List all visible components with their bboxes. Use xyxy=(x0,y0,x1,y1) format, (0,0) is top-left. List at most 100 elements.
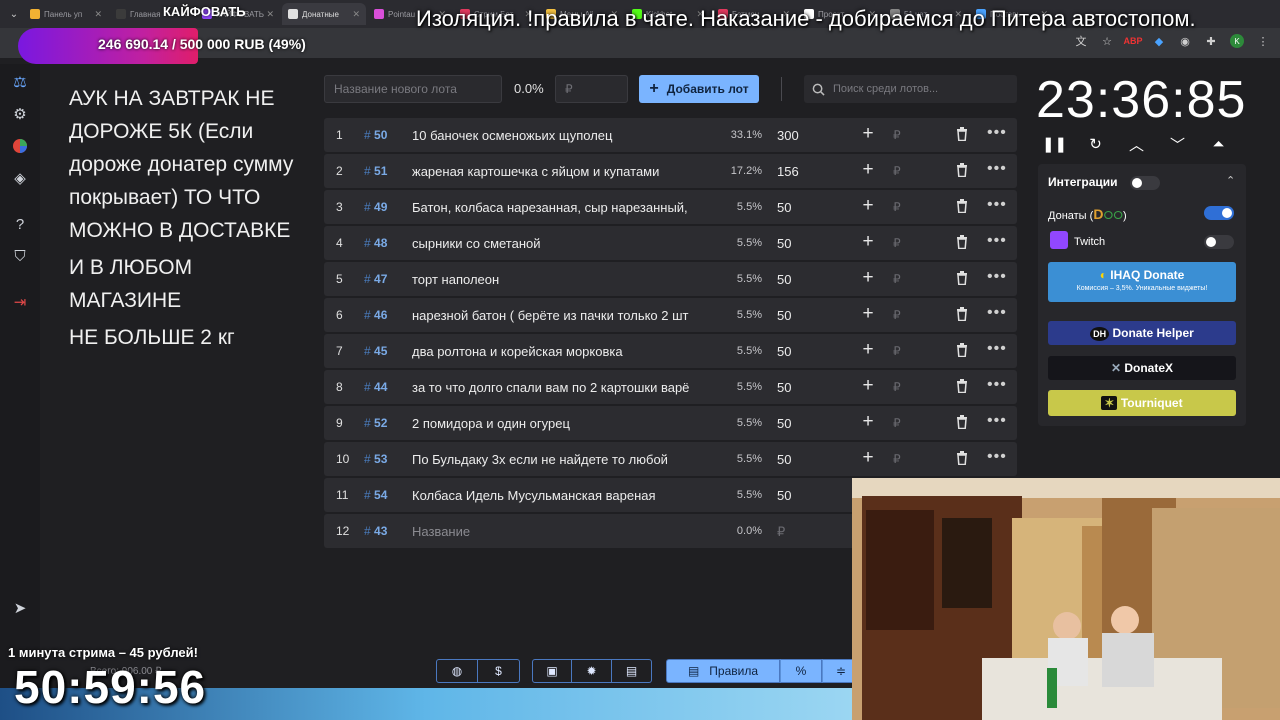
delete-trash-icon[interactable] xyxy=(956,379,970,395)
tab-close-icon[interactable]: ✕ xyxy=(94,9,102,20)
donatex-button[interactable]: ✕ DonateX xyxy=(1048,356,1236,380)
lot-name-input[interactable]: 2 помидора и один огурец xyxy=(412,416,717,431)
more-dots-icon[interactable]: ••• xyxy=(987,448,1007,466)
profile-avatar-icon[interactable]: K xyxy=(1230,34,1244,48)
lot-row[interactable]: 2 # 51 жареная картошечка с яйцом и купата… xyxy=(324,154,1017,188)
more-dots-icon[interactable]: ••• xyxy=(987,196,1007,214)
extension-icon[interactable]: ◆ xyxy=(1152,34,1166,48)
twitch-toggle[interactable] xyxy=(1204,235,1234,249)
lot-row[interactable]: 8 # 44 за то что долго спали вам по 2 карт… xyxy=(324,370,1017,404)
more-dots-icon[interactable]: ••• xyxy=(987,268,1007,286)
ruble-input-icon[interactable]: ₽ xyxy=(893,380,901,394)
lot-name-input[interactable]: жареная картошечка с яйцом и купатами xyxy=(412,164,717,179)
lot-name-input[interactable]: нарезной батон ( берёте из пачки только … xyxy=(412,308,717,323)
collapse-chevron-icon[interactable]: ⌃ xyxy=(1226,174,1235,187)
wheel-pie-icon[interactable] xyxy=(10,136,30,156)
lot-row[interactable]: 5 # 47 торт наполеон 5.5% 50 + ₽ ••• xyxy=(324,262,1017,296)
ruble-input-icon[interactable]: ₽ xyxy=(893,200,901,214)
lot-name-input[interactable]: Колбаса Идель Мусульманская вареная xyxy=(412,488,717,503)
more-dots-icon[interactable]: ••• xyxy=(987,124,1007,142)
ruble-input-icon[interactable]: ₽ xyxy=(893,236,901,250)
pause-icon[interactable]: ❚❚ xyxy=(1042,134,1067,154)
add-amount-plus-icon[interactable]: + xyxy=(858,124,878,144)
chevron-up-icon[interactable]: ︿ xyxy=(1128,134,1145,154)
lot-row[interactable]: 10 # 53 По Бульдаку 3х если не найдете то … xyxy=(324,442,1017,476)
browser-tab[interactable]: Панель уп ✕ xyxy=(24,3,108,25)
bug-icon[interactable]: ✹ xyxy=(572,659,612,683)
tab-close-icon[interactable]: ✕ xyxy=(266,9,274,20)
percent-button[interactable]: % xyxy=(780,659,822,683)
add-amount-plus-icon[interactable]: + xyxy=(858,232,878,252)
delete-trash-icon[interactable] xyxy=(956,199,970,215)
add-lot-button[interactable]: + Добавить лот xyxy=(639,75,759,103)
add-amount-plus-icon[interactable]: + xyxy=(858,196,878,216)
lot-row[interactable]: 7 # 45 два ролтона и корейская морковка 5.5… xyxy=(324,334,1017,368)
delete-trash-icon[interactable] xyxy=(956,271,970,287)
browser-tab[interactable]: Донатные ✕ xyxy=(282,3,366,25)
lot-name-input[interactable]: два ролтона и корейская морковка xyxy=(412,344,717,359)
save-icon[interactable]: ▣ xyxy=(532,659,572,683)
tab-close-icon[interactable]: ✕ xyxy=(352,9,360,20)
delete-trash-icon[interactable] xyxy=(956,451,970,467)
donate-helper-button[interactable]: DH Donate Helper xyxy=(1048,321,1236,345)
layers-icon[interactable]: ◈ xyxy=(10,168,30,188)
rules-button[interactable]: ▤ Правила xyxy=(666,659,780,683)
delete-trash-icon[interactable] xyxy=(956,235,970,251)
lot-row[interactable]: 9 # 52 2 помидора и один огурец 5.5% 50 + ₽ ••• xyxy=(324,406,1017,440)
add-amount-plus-icon[interactable]: + xyxy=(858,304,878,324)
add-amount-plus-icon[interactable]: + xyxy=(858,160,878,180)
lot-name-input[interactable]: за то что долго спали вам по 2 картошки … xyxy=(412,380,717,395)
ruble-input-icon[interactable]: ₽ xyxy=(893,416,901,430)
more-dots-icon[interactable]: ••• xyxy=(987,412,1007,430)
add-amount-plus-icon[interactable]: + xyxy=(858,376,878,396)
delete-trash-icon[interactable] xyxy=(956,307,970,323)
more-dots-icon[interactable]: ••• xyxy=(987,232,1007,250)
telegram-icon[interactable]: ➤ xyxy=(10,598,30,618)
lot-name-input[interactable]: Батон, колбаса нарезанная, сыр нарезанны… xyxy=(412,200,717,215)
add-amount-plus-icon[interactable]: + xyxy=(858,268,878,288)
adblock-icon[interactable]: ABP xyxy=(1124,34,1143,48)
shield-check-icon[interactable]: ⛉ xyxy=(10,246,30,266)
lot-search-input[interactable]: Поиск среди лотов... xyxy=(804,75,1017,103)
translate-icon[interactable]: 文 xyxy=(1074,34,1088,48)
more-dots-icon[interactable]: ••• xyxy=(987,376,1007,394)
add-amount-plus-icon[interactable]: + xyxy=(858,412,878,432)
lot-row[interactable]: 3 # 49 Батон, колбаса нарезанная, сыр наре… xyxy=(324,190,1017,224)
reset-icon[interactable]: ↻ xyxy=(1087,134,1104,154)
auction-gavel-icon[interactable]: ⚖ xyxy=(10,72,30,92)
lot-name-input[interactable]: 10 баночек осменожьих щуполец xyxy=(412,128,717,143)
clear-list-icon[interactable]: ▤ xyxy=(612,659,652,683)
lot-row[interactable]: 1 # 50 10 баночек осменожьих щуполец 33.1% 3… xyxy=(324,118,1017,152)
help-icon[interactable]: ? xyxy=(10,214,30,234)
extension-circle-icon[interactable]: ◉ xyxy=(1178,34,1192,48)
dollar-button[interactable]: $ xyxy=(478,659,520,683)
ihaq-donate-button[interactable]: ◐ IHAQ Donate Комиссия – 3,5%. Уникальны… xyxy=(1048,262,1236,302)
delete-trash-icon[interactable] xyxy=(956,415,970,431)
add-amount-plus-icon[interactable]: + xyxy=(858,340,878,360)
lot-name-input[interactable]: По Бульдаку 3х если не найдете то любой xyxy=(412,452,717,467)
lot-row[interactable]: 4 # 48 сырники со сметаной 5.5% 50 + ₽ ••• xyxy=(324,226,1017,260)
more-dots-icon[interactable]: ••• xyxy=(987,160,1007,178)
ruble-input-icon[interactable]: ₽ xyxy=(893,164,901,178)
integrations-toggle[interactable] xyxy=(1130,176,1160,190)
lot-name-input[interactable]: сырники со сметаной xyxy=(412,236,717,251)
settings-gear-icon[interactable]: ⚙ xyxy=(10,104,30,124)
delete-trash-icon[interactable] xyxy=(956,163,970,179)
lot-name-input[interactable]: Название xyxy=(412,524,717,539)
bookmark-star-icon[interactable]: ☆ xyxy=(1100,34,1114,48)
ruble-input-icon[interactable]: ₽ xyxy=(893,452,901,466)
lot-row[interactable]: 6 # 46 нарезной батон ( берёте из пачки то… xyxy=(324,298,1017,332)
ruble-input-icon[interactable]: ₽ xyxy=(893,272,901,286)
lot-name-input[interactable]: торт наполеон xyxy=(412,272,717,287)
new-lot-name-input[interactable]: Название нового лота xyxy=(324,75,502,103)
ruble-input-icon[interactable]: ₽ xyxy=(893,308,901,322)
delete-trash-icon[interactable] xyxy=(956,127,970,143)
more-dots-icon[interactable]: ••• xyxy=(987,340,1007,358)
ruble-input-icon[interactable]: ₽ xyxy=(893,344,901,358)
tourniquet-button[interactable]: ✶ Tourniquet xyxy=(1048,390,1236,416)
menu-dots-icon[interactable]: ⋮ xyxy=(1256,34,1270,48)
github-icon[interactable]: ◍ xyxy=(436,659,478,683)
puzzle-icon[interactable]: ✚ xyxy=(1204,34,1218,48)
double-chevron-up-icon[interactable]: ⏶ xyxy=(1210,134,1227,154)
lot-amount-input[interactable]: ₽ xyxy=(777,524,785,540)
